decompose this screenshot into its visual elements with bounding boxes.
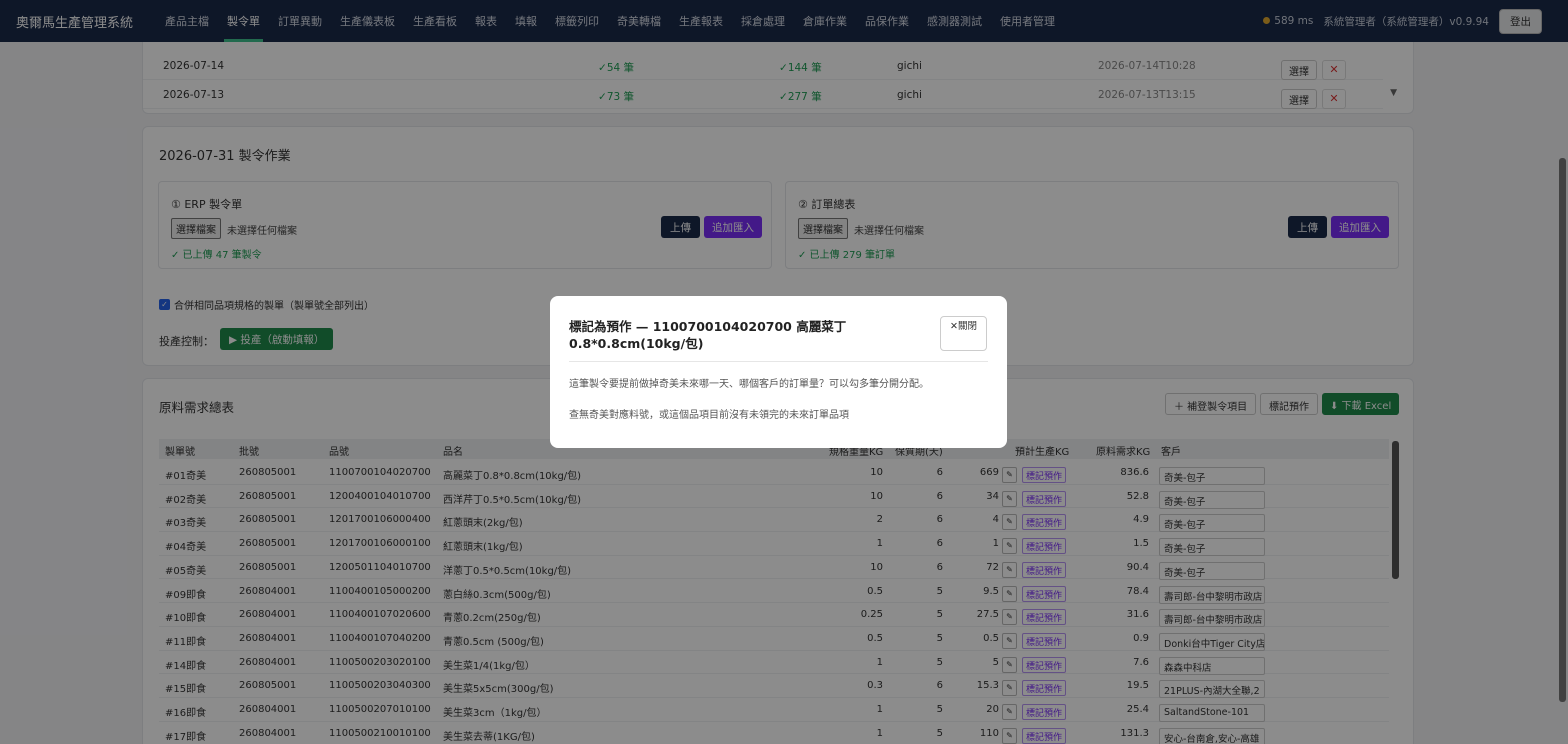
mark-preproduction-modal: 標記為預作 — 1100700104020700 高麗菜丁0.8*0.8cm(1… <box>550 296 1007 448</box>
modal-divider <box>569 361 988 362</box>
close-icon: ✕ <box>950 321 958 332</box>
modal-empty-message: 查無奇美對應料號，或這個品項目前沒有未領完的未來訂單品項 <box>569 410 849 421</box>
close-label: 關閉 <box>957 321 977 332</box>
modal-title: 標記為預作 — 1100700104020700 高麗菜丁0.8*0.8cm(1… <box>569 319 847 351</box>
modal-description: 這筆製令要提前做掉奇美未來哪一天、哪個客戶的訂單量？可以勾多筆分開分配。 <box>569 379 929 390</box>
modal-close-button[interactable]: ✕關閉 <box>940 316 987 351</box>
